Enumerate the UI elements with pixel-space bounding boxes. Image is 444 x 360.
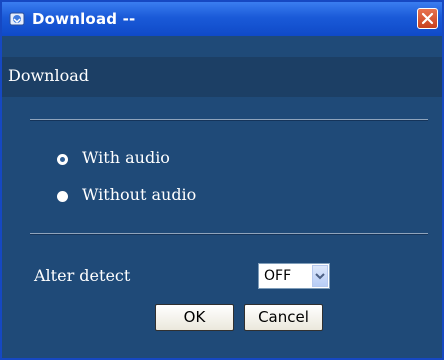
with-audio-label: With audio xyxy=(82,148,170,167)
close-icon[interactable] xyxy=(417,8,438,29)
window-title: Download -- xyxy=(32,10,136,28)
download-dialog: Download -- Download With audio Without … xyxy=(0,0,444,360)
page-title: Download xyxy=(8,66,89,85)
alert-detect-select[interactable]: OFF xyxy=(258,263,330,289)
download-icon xyxy=(8,10,26,28)
alert-detect-label: Alter detect xyxy=(34,266,131,285)
title-bar[interactable]: Download -- xyxy=(2,2,442,36)
ok-button[interactable]: OK xyxy=(155,304,234,331)
cancel-button[interactable]: Cancel xyxy=(244,304,323,331)
heading-bar: Download xyxy=(2,57,442,97)
divider-top xyxy=(30,119,428,121)
alert-detect-value: OFF xyxy=(264,268,292,284)
without-audio-radio[interactable] xyxy=(57,191,68,202)
with-audio-radio[interactable] xyxy=(57,154,68,165)
without-audio-label: Without audio xyxy=(82,185,197,204)
divider-bottom xyxy=(30,233,428,235)
chevron-down-icon[interactable] xyxy=(312,265,328,287)
